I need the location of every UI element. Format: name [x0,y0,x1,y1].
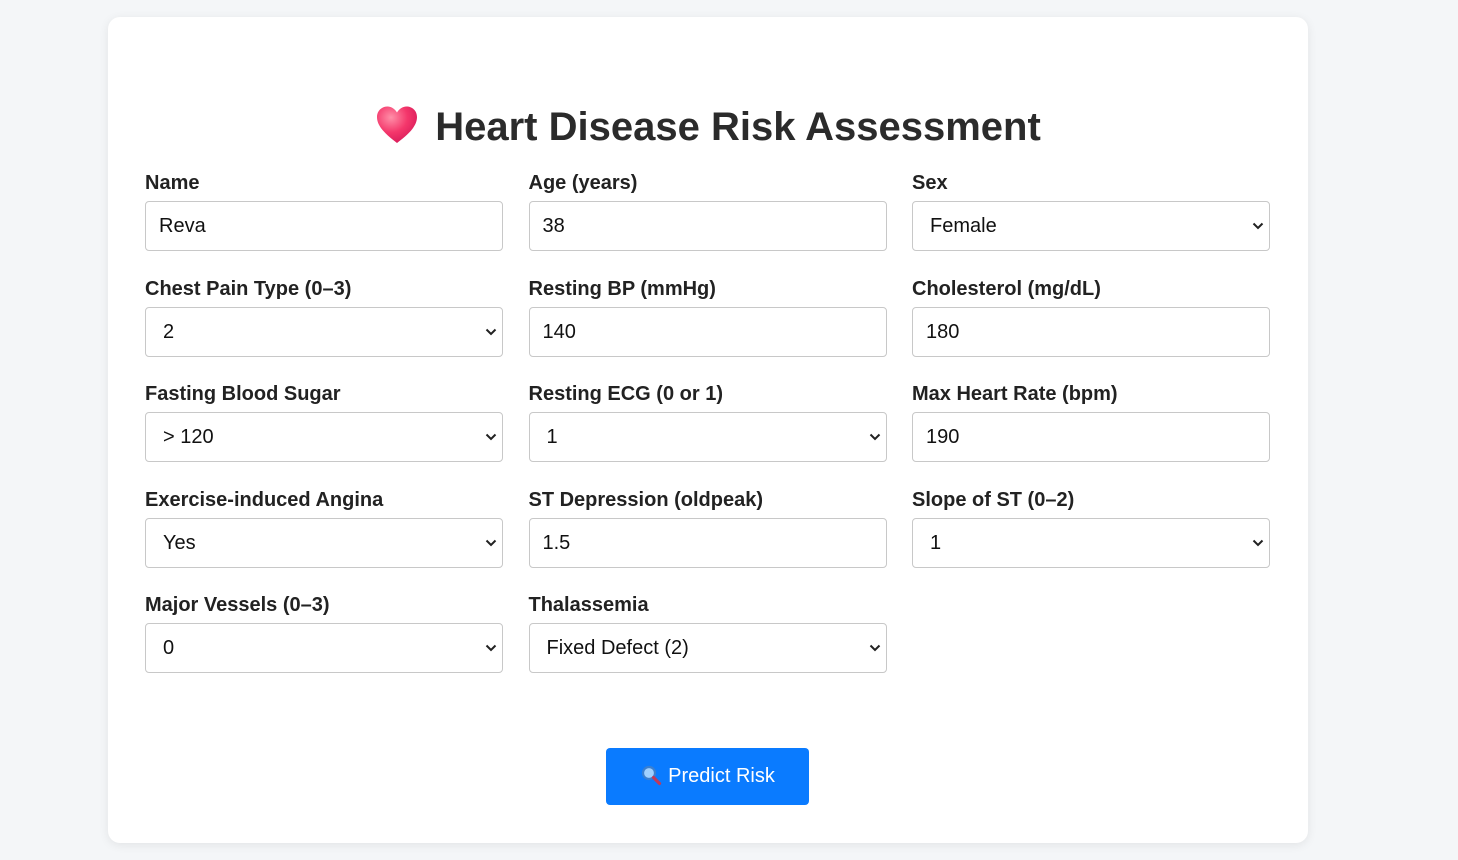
chevron-down-icon [1252,539,1264,546]
resting-bp-label: Resting BP (mmHg) [528,277,716,300]
predict-risk-button[interactable]: Predict Risk [606,748,809,805]
max-heart-rate-input[interactable]: 190 [912,412,1270,462]
slope-st-value: 1 [930,531,942,554]
field-thalassemia: Thalassemia Fixed Defect (2) [528,591,887,697]
chevron-down-icon [485,644,497,652]
st-depression-label: ST Depression (oldpeak) [528,488,764,511]
major-vessels-label: Major Vessels (0–3) [145,594,330,616]
fasting-blood-sugar-label: Fasting Blood Sugar [145,383,341,405]
field-st-depression: ST Depression (oldpeak) 1.5 [528,486,887,592]
age-label: Age (years) [528,172,638,194]
page-title-text: Heart Disease Risk Assessment [435,105,1041,149]
field-age: Age (years) 38 [528,169,887,275]
thalassemia-value: Fixed Defect (2) [546,637,689,659]
resting-bp-value: 140 [542,320,576,343]
resting-ecg-label: Resting ECG (0 or 1) [528,383,723,405]
chevron-down-icon [1252,222,1264,230]
field-chest-pain: Chest Pain Type (0–3) 2 [145,275,503,381]
cholesterol-input[interactable]: 180 [912,306,1270,357]
form-grid: Name Reva Age (years) 38 Sex Female Ches… [145,169,1270,697]
chevron-down-icon [869,433,880,441]
name-label: Name [145,172,200,194]
field-name: Name Reva [145,169,503,275]
predict-risk-label: Predict Risk [668,765,775,787]
field-resting-bp: Resting BP (mmHg) 140 [528,275,887,381]
sex-value: Female [930,215,997,237]
thalassemia-select[interactable]: Fixed Defect (2) [528,623,887,673]
thalassemia-label: Thalassemia [528,594,649,616]
chevron-down-icon [485,539,497,546]
chevron-down-icon [485,433,497,441]
resting-ecg-value: 1 [546,426,558,448]
age-value: 38 [542,215,565,237]
cholesterol-label: Cholesterol (mg/dL) [912,277,1101,300]
name-input[interactable]: Reva [145,201,503,251]
field-slope-st: Slope of ST (0–2) 1 [912,486,1270,592]
form-card: Heart Disease Risk Assessment Name Reva … [108,17,1308,843]
fasting-blood-sugar-select[interactable]: > 120 [145,412,503,462]
field-max-heart-rate: Max Heart Rate (bpm) 190 [912,380,1270,486]
st-depression-value: 1.5 [542,531,571,554]
field-fasting-blood-sugar: Fasting Blood Sugar > 120 [145,380,503,486]
exercise-angina-value: Yes [163,531,196,554]
exercise-angina-label: Exercise-induced Angina [145,488,384,511]
max-heart-rate-label: Max Heart Rate (bpm) [912,383,1118,405]
field-resting-ecg: Resting ECG (0 or 1) 1 [528,380,887,486]
field-major-vessels: Major Vessels (0–3) 0 [145,591,503,697]
slope-st-label: Slope of ST (0–2) [912,488,1075,511]
field-exercise-angina: Exercise-induced Angina Yes [145,486,503,592]
exercise-angina-select[interactable]: Yes [145,517,503,568]
chest-pain-value: 2 [163,320,175,343]
magnifier-icon [642,765,662,786]
heart-icon [377,106,418,143]
cholesterol-value: 180 [926,320,960,343]
name-value: Reva [159,215,206,237]
field-cholesterol: Cholesterol (mg/dL) 180 [912,275,1270,381]
slope-st-select[interactable]: 1 [912,517,1270,568]
chevron-down-icon [485,328,497,335]
fasting-blood-sugar-value: > 120 [163,426,214,448]
age-input[interactable]: 38 [528,201,887,251]
major-vessels-value: 0 [163,637,175,659]
chest-pain-label: Chest Pain Type (0–3) [145,277,352,300]
resting-ecg-select[interactable]: 1 [528,412,887,462]
field-sex: Sex Female [912,169,1270,275]
sex-label: Sex [912,172,948,194]
major-vessels-select[interactable]: 0 [145,623,503,673]
sex-select[interactable]: Female [912,201,1270,251]
st-depression-input[interactable]: 1.5 [528,517,887,568]
max-heart-rate-value: 190 [926,426,960,448]
page-title: Heart Disease Risk Assessment [108,103,1308,151]
chevron-down-icon [869,644,880,652]
resting-bp-input[interactable]: 140 [528,306,887,357]
chest-pain-select[interactable]: 2 [145,306,503,357]
